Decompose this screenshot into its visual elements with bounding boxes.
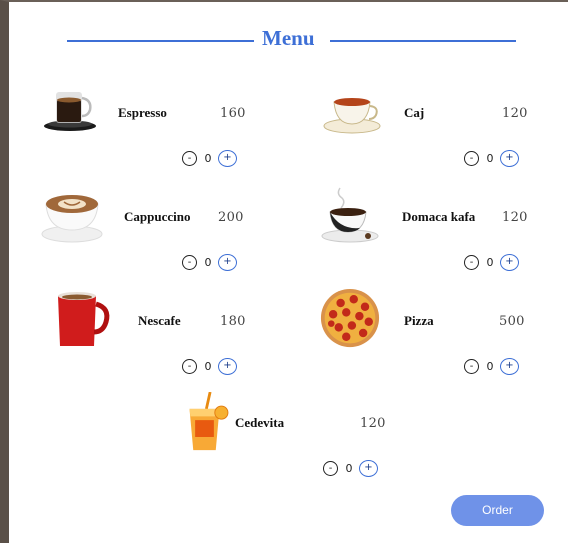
- page-title: Menu: [262, 26, 315, 50]
- quantity-stepper: - 0 +: [464, 358, 524, 377]
- item-price: 120: [360, 416, 386, 431]
- decrease-button[interactable]: -: [323, 461, 338, 476]
- quantity-value: 0: [486, 152, 494, 165]
- increase-button[interactable]: +: [500, 358, 519, 375]
- increase-button[interactable]: +: [359, 460, 378, 477]
- increase-button[interactable]: +: [500, 150, 519, 167]
- quantity-stepper: - 0 +: [464, 254, 524, 273]
- header-divider-left: [67, 40, 254, 42]
- quantity-stepper: - 0 +: [182, 254, 242, 273]
- increase-button[interactable]: +: [218, 358, 237, 375]
- quantity-value: 0: [204, 256, 212, 269]
- quantity-stepper: - 0 +: [464, 150, 524, 169]
- espresso-cup-icon: [44, 92, 96, 131]
- menu-item-espresso: Espresso 160 - 0 +: [40, 82, 310, 182]
- menu-item-caj: Caj 120 - 0 +: [322, 82, 568, 182]
- quantity-value: 0: [204, 152, 212, 165]
- increase-button[interactable]: +: [218, 254, 237, 271]
- item-price: 200: [218, 210, 244, 225]
- item-name: Espresso: [118, 105, 167, 120]
- item-name: Caj: [404, 105, 425, 120]
- menu-header: Menu: [0, 24, 568, 58]
- coffee-cup-icon: [321, 187, 379, 243]
- cappuccino-cup-icon: [41, 195, 103, 243]
- quantity-stepper: - 0 +: [182, 150, 242, 169]
- item-price: 500: [499, 314, 525, 329]
- quantity-value: 0: [486, 360, 494, 373]
- quantity-value: 0: [486, 256, 494, 269]
- item-price: 120: [502, 210, 528, 225]
- decrease-button[interactable]: -: [182, 359, 197, 374]
- decrease-button[interactable]: -: [182, 151, 197, 166]
- item-name: Pizza: [404, 313, 434, 328]
- item-name: Cedevita: [235, 415, 285, 430]
- menu-item-pizza: Pizza 500 - 0 +: [320, 288, 568, 390]
- nescafe-mug-icon: [58, 292, 110, 346]
- increase-button[interactable]: +: [218, 150, 237, 167]
- item-name: Nescafe: [138, 313, 181, 328]
- quantity-value: 0: [204, 360, 212, 373]
- menu-item-cappuccino: Cappuccino 200 - 0 +: [40, 186, 310, 286]
- quantity-value: 0: [345, 462, 353, 475]
- pizza-icon: [320, 288, 380, 348]
- quantity-stepper: - 0 +: [323, 460, 383, 479]
- item-price: 120: [502, 106, 528, 121]
- menu-item-nescafe: Nescafe 180 - 0 +: [40, 290, 310, 390]
- item-name: Cappuccino: [124, 209, 191, 224]
- decrease-button[interactable]: -: [464, 255, 479, 270]
- menu-item-domaca-kafa: Domaca kafa 120 - 0 +: [321, 186, 568, 286]
- item-price: 180: [220, 314, 246, 329]
- item-price: 160: [220, 106, 246, 121]
- decrease-button[interactable]: -: [182, 255, 197, 270]
- order-button[interactable]: Order: [451, 495, 544, 526]
- quantity-stepper: - 0 +: [182, 358, 242, 377]
- increase-button[interactable]: +: [500, 254, 519, 271]
- menu-item-cedevita: Cedevita 120 - 0 +: [180, 392, 450, 492]
- item-name: Domaca kafa: [402, 209, 476, 224]
- decrease-button[interactable]: -: [464, 359, 479, 374]
- decrease-button[interactable]: -: [464, 151, 479, 166]
- tea-cup-icon: [323, 98, 381, 134]
- header-divider-right: [330, 40, 516, 42]
